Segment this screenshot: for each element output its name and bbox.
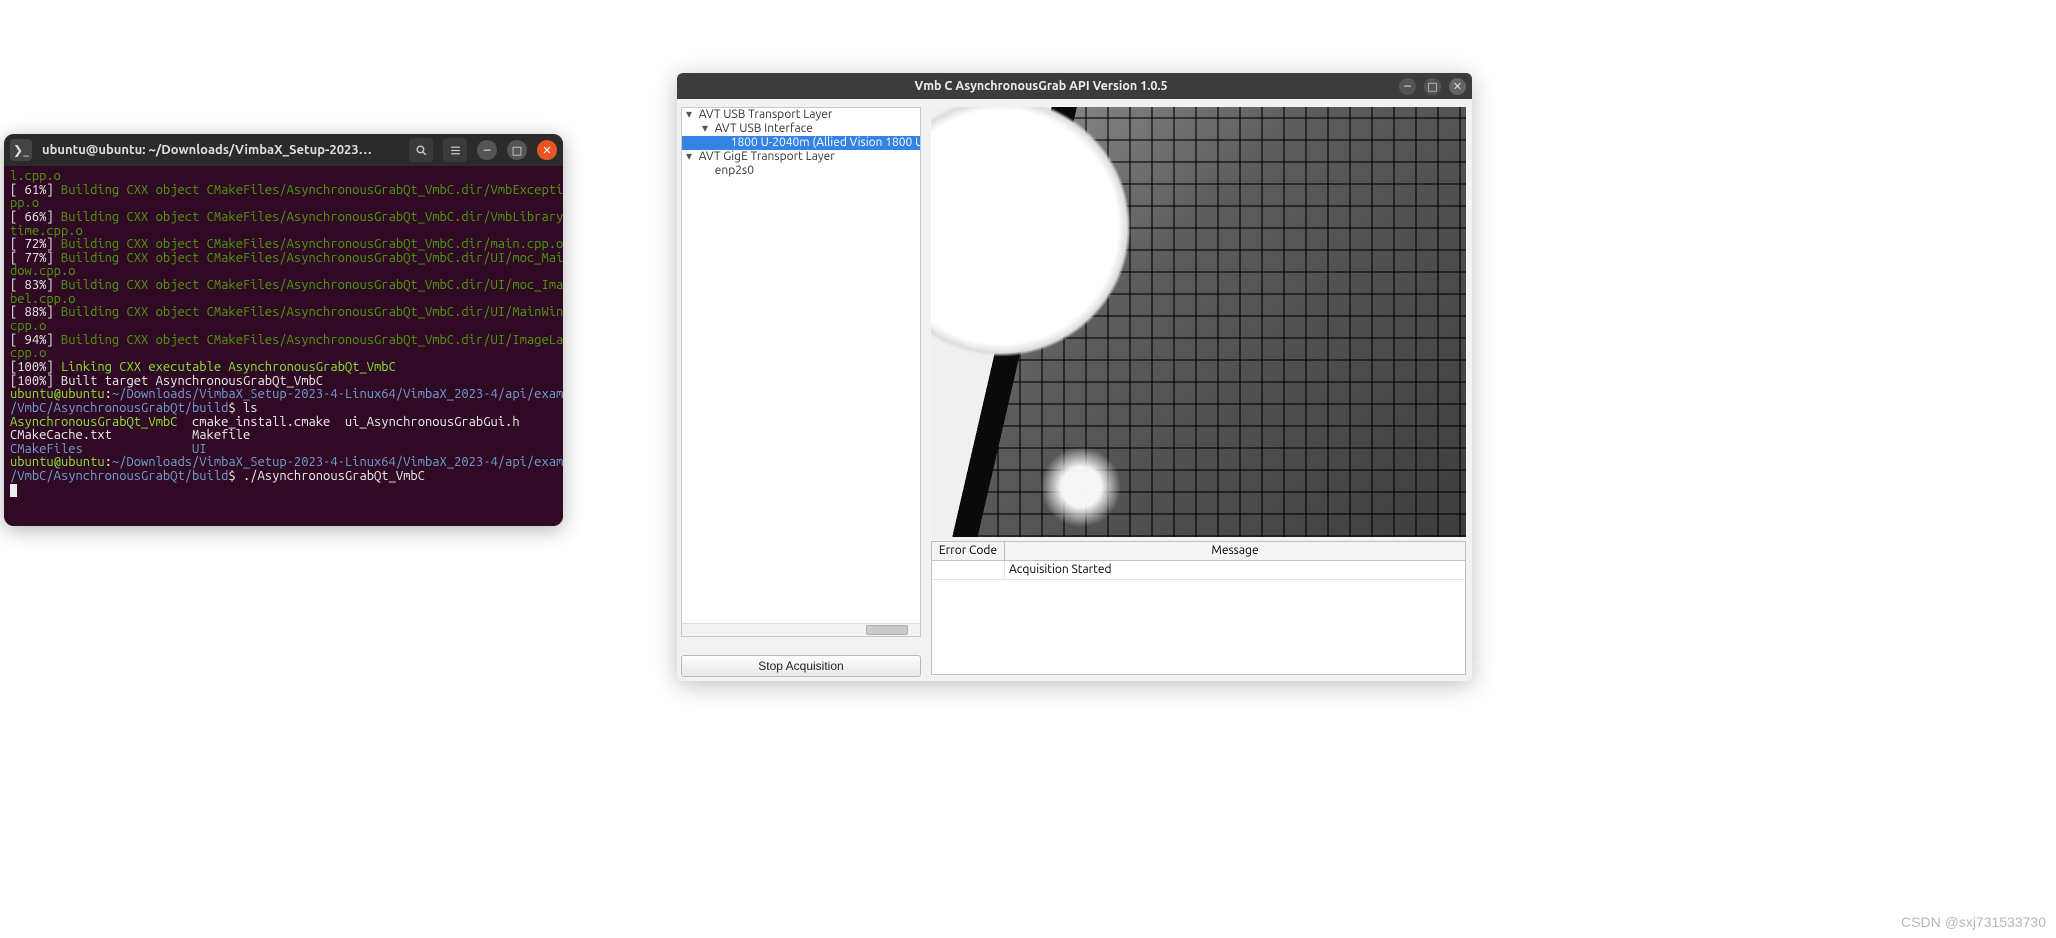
minimize-button[interactable]: ─: [1399, 78, 1416, 95]
terminal-body[interactable]: l.cpp.o [ 61%] Building CXX object CMake…: [4, 166, 563, 526]
terminal-titlebar[interactable]: ❯_ ubuntu@ubuntu: ~/Downloads/VimbaX_Set…: [4, 134, 563, 166]
tree-item[interactable]: ▾ AVT USB Interface: [682, 122, 920, 136]
tree-item[interactable]: 1800 U-2040m (Allied Vision 1800 U: [682, 136, 920, 150]
message-table: Error Code Message Acquisition Started: [931, 541, 1466, 675]
terminal-icon: ❯_: [10, 139, 32, 161]
minimize-button[interactable]: ─: [477, 140, 497, 160]
search-icon[interactable]: [409, 138, 433, 162]
tree-item[interactable]: ▾ AVT GigE Transport Layer: [682, 150, 920, 164]
watermark: CSDN @sxj731533730: [1901, 914, 2046, 930]
camera-view: [931, 107, 1466, 537]
app-title: Vmb C AsynchronousGrab API Version 1.0.5: [683, 79, 1399, 93]
tree-item[interactable]: ▾ AVT USB Transport Layer: [682, 108, 920, 122]
terminal-window: ❯_ ubuntu@ubuntu: ~/Downloads/VimbaX_Set…: [4, 134, 563, 526]
column-header-error[interactable]: Error Code: [932, 542, 1005, 560]
hamburger-icon[interactable]: [443, 138, 467, 162]
device-tree[interactable]: ▾ AVT USB Transport Layer▾ AVT USB Inter…: [681, 107, 921, 637]
right-panel: Error Code Message Acquisition Started: [925, 99, 1472, 681]
close-button[interactable]: ✕: [1449, 78, 1466, 95]
table-row: Acquisition Started: [932, 561, 1465, 580]
stop-acquisition-button[interactable]: Stop Acquisition: [681, 655, 921, 677]
tree-item[interactable]: enp2s0: [682, 164, 920, 178]
close-button[interactable]: ✕: [537, 140, 557, 160]
terminal-title: ubuntu@ubuntu: ~/Downloads/VimbaX_Setup-…: [42, 143, 372, 157]
column-header-message[interactable]: Message: [1005, 542, 1465, 560]
app-titlebar[interactable]: Vmb C AsynchronousGrab API Version 1.0.5…: [677, 73, 1472, 99]
maximize-button[interactable]: □: [1424, 78, 1441, 95]
left-panel: ▾ AVT USB Transport Layer▾ AVT USB Inter…: [677, 99, 925, 681]
app-window: Vmb C AsynchronousGrab API Version 1.0.5…: [677, 73, 1472, 681]
maximize-button[interactable]: □: [507, 140, 527, 160]
horizontal-scrollbar[interactable]: [682, 623, 920, 636]
